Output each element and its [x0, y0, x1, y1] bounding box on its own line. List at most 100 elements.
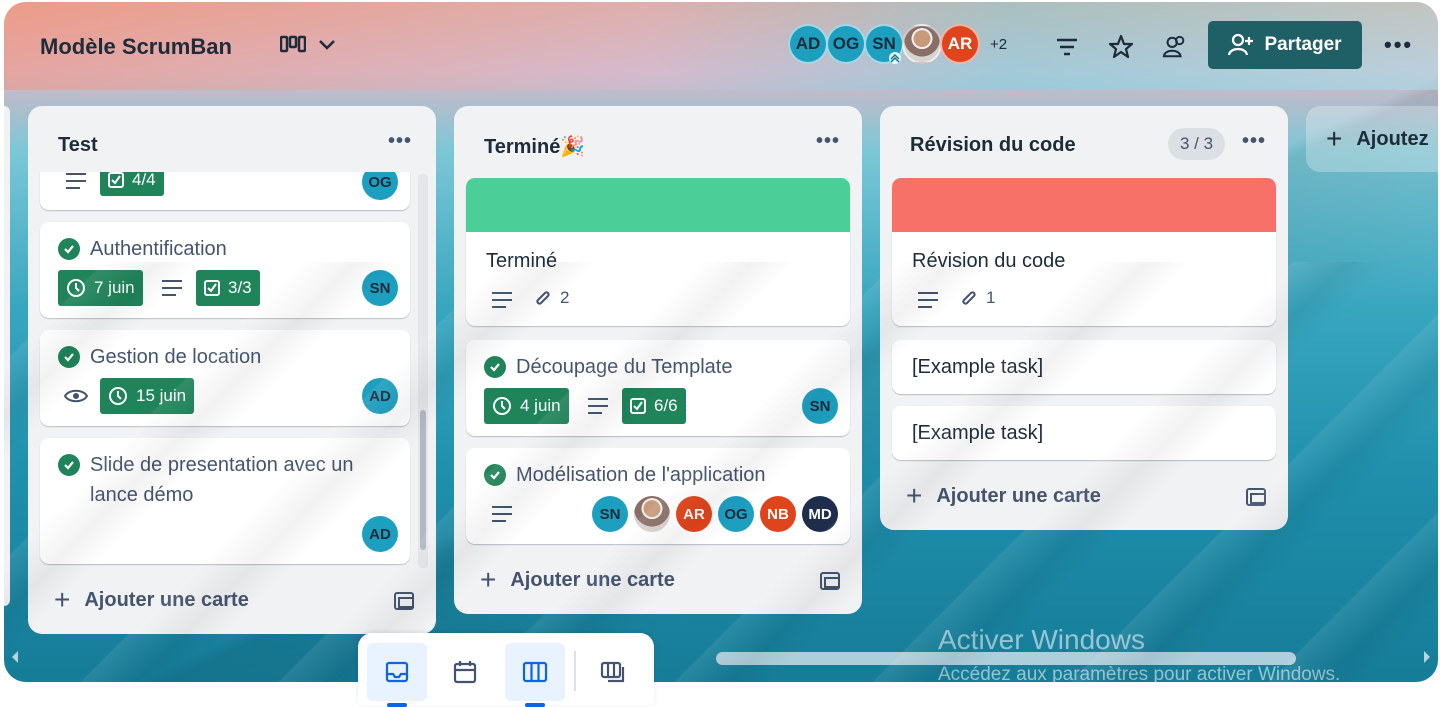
card-title: Gestion de location	[90, 346, 262, 368]
card-member-avatar[interactable]: NB	[760, 496, 796, 532]
card-title: Découpage du Template	[516, 356, 733, 378]
list-title[interactable]: Révision du code	[910, 134, 1076, 157]
attachment-icon	[536, 291, 550, 305]
admin-chevron-icon	[889, 52, 901, 64]
card-member-avatar[interactable]: OG	[362, 172, 398, 200]
board-view-switcher[interactable]	[280, 35, 336, 55]
list-title[interactable]: Terminé🎉	[484, 134, 585, 159]
share-button[interactable]: Partager	[1208, 21, 1362, 69]
complete-check-icon[interactable]	[58, 346, 80, 368]
switch-boards-button[interactable]	[584, 643, 644, 701]
board-canvas: Modèle ScrumBan AD OG SN AR +2 Partager	[4, 2, 1438, 682]
card-member-avatar[interactable]: SN	[592, 496, 628, 532]
list-title[interactable]: Test	[58, 134, 98, 157]
list-review: Révision du code 3 / 3 ••• Révision du c…	[880, 106, 1288, 530]
due-date-badge[interactable]: 15 juin	[100, 378, 195, 414]
inbox-view-button[interactable]	[367, 643, 427, 707]
inbox-icon	[385, 661, 409, 683]
list-more-icon[interactable]: •••	[1242, 130, 1266, 153]
list-test: Test ••• 4/4 OG Authentification 7 juin …	[28, 106, 436, 634]
card-title: Terminé	[486, 250, 558, 272]
switch-boards-icon	[600, 661, 625, 683]
clock-icon	[109, 387, 127, 405]
description-icon	[66, 173, 86, 189]
card[interactable]: Authentification 7 juin 3/3 SN	[40, 222, 410, 318]
scroll-right-arrow-icon[interactable]	[1422, 650, 1432, 664]
card-member-avatar[interactable]: SN	[802, 388, 838, 424]
toolbar-divider	[574, 651, 576, 691]
complete-check-icon[interactable]	[58, 238, 80, 260]
due-date-badge[interactable]: 7 juin	[58, 270, 143, 306]
complete-check-icon[interactable]	[484, 464, 506, 486]
card[interactable]: Modélisation de l'application SN AR OG N…	[466, 448, 850, 544]
add-card-button[interactable]: + Ajouter une carte	[480, 564, 675, 596]
list-more-icon[interactable]: •••	[388, 130, 412, 153]
plus-icon: +	[480, 564, 497, 595]
description-icon	[588, 398, 608, 414]
plus-icon: +	[54, 584, 71, 615]
checklist-badge: 4/4	[100, 172, 164, 196]
card-member-avatar-photo[interactable]	[634, 496, 670, 532]
add-card-button[interactable]: + Ajouter une carte	[54, 584, 249, 616]
card-title: Authentification	[90, 238, 227, 260]
card[interactable]: Révision du code 1	[892, 178, 1276, 326]
card-limit-counter: 3 / 3	[1168, 128, 1226, 160]
checklist-icon	[108, 172, 124, 188]
card-template-icon[interactable]	[394, 592, 414, 610]
list-scrollbar-thumb[interactable]	[420, 410, 426, 550]
due-date-badge[interactable]: 4 juin	[484, 388, 569, 424]
card[interactable]: Gestion de location 15 juin AD	[40, 330, 410, 426]
workspace-visibility-icon[interactable]	[1162, 34, 1188, 60]
card-title: [Example task]	[912, 356, 1044, 378]
list-done: Terminé🎉 ••• Terminé 2 Découpage du Temp…	[454, 106, 862, 614]
card[interactable]: Terminé 2	[466, 178, 850, 326]
share-label: Partager	[1264, 34, 1342, 55]
checklist-badge: 3/3	[196, 270, 260, 306]
avatar[interactable]: SN	[864, 24, 904, 64]
complete-check-icon[interactable]	[58, 454, 80, 476]
card-member-avatar[interactable]: AR	[676, 496, 712, 532]
card-title: Modélisation de l'application	[516, 464, 766, 486]
avatar[interactable]: AR	[940, 24, 980, 64]
complete-check-icon[interactable]	[484, 356, 506, 378]
card-member-avatar[interactable]: MD	[802, 496, 838, 532]
list-scrollbar[interactable]	[418, 174, 428, 568]
more-menu-icon[interactable]: •••	[1384, 32, 1413, 58]
card[interactable]: [Example task]	[892, 340, 1276, 394]
board-title[interactable]: Modèle ScrumBan	[40, 34, 232, 60]
avatar[interactable]: AD	[788, 24, 828, 64]
avatar[interactable]: OG	[826, 24, 866, 64]
board-members[interactable]: AD OG SN AR +2	[788, 24, 1007, 64]
card-template-icon[interactable]	[1246, 488, 1266, 506]
card[interactable]: Slide de presentation avec un lance démo…	[40, 438, 410, 564]
previous-list-edge	[4, 106, 10, 606]
card[interactable]: 4/4 OG	[40, 172, 410, 210]
card-cover	[892, 178, 1276, 232]
description-icon	[918, 292, 938, 308]
card-member-avatar[interactable]: SN	[362, 270, 398, 306]
card-member-avatar[interactable]: AD	[362, 516, 398, 552]
list-more-icon[interactable]: •••	[816, 130, 840, 153]
attachment-count: 1	[986, 288, 996, 307]
avatar-photo[interactable]	[902, 24, 942, 64]
planner-view-button[interactable]	[435, 643, 495, 701]
board-view-button[interactable]	[505, 643, 565, 707]
extra-members-count[interactable]: +2	[990, 36, 1007, 53]
card[interactable]: Découpage du Template 4 juin 6/6 SN	[466, 340, 850, 436]
card-cover	[466, 178, 850, 232]
star-icon[interactable]	[1108, 34, 1134, 60]
scroll-left-arrow-icon[interactable]	[10, 650, 20, 664]
add-card-button[interactable]: + Ajouter une carte	[906, 480, 1101, 512]
chevron-down-icon	[319, 40, 335, 50]
filter-icon[interactable]	[1054, 34, 1080, 60]
card-template-icon[interactable]	[820, 572, 840, 590]
card[interactable]: [Example task]	[892, 406, 1276, 460]
card-member-avatar[interactable]: AD	[362, 378, 398, 414]
windows-activation-subtitle: Accédez aux paramètres pour activer Wind…	[938, 664, 1341, 682]
attachment-icon	[962, 291, 976, 305]
board-columns-icon	[522, 661, 548, 683]
description-icon	[492, 506, 512, 522]
description-icon	[162, 280, 182, 296]
add-list-button[interactable]: + Ajoutez	[1306, 106, 1438, 172]
card-member-avatar[interactable]: OG	[718, 496, 754, 532]
